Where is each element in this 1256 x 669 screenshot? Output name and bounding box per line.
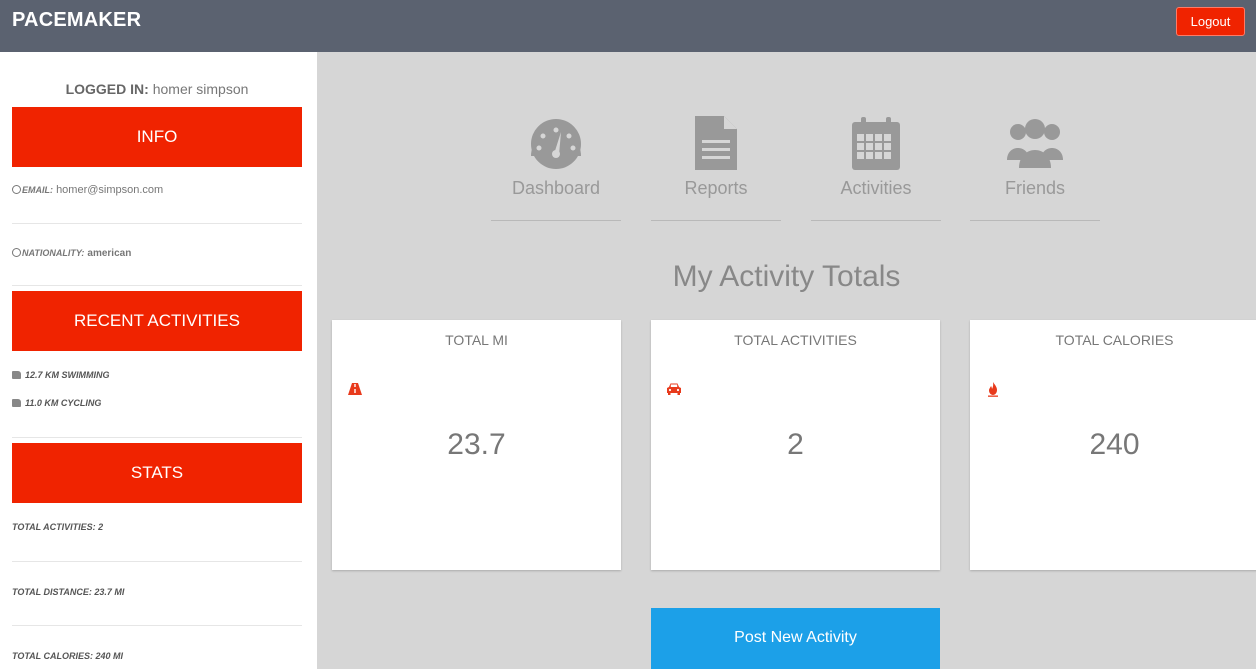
logged-in-user: homer simpson xyxy=(152,81,249,97)
card-title: TOTAL ACTIVITIES xyxy=(734,332,857,348)
email-row: EMAIL: homer@simpson.com xyxy=(12,184,163,196)
card-title: TOTAL CALORIES xyxy=(1055,332,1174,348)
logout-button[interactable]: Logout xyxy=(1176,7,1245,36)
document-icon xyxy=(695,116,737,170)
nav-label: Reports xyxy=(684,178,748,198)
gauge-icon xyxy=(531,119,581,169)
email-key: EMAIL: xyxy=(22,185,53,195)
car-icon xyxy=(667,383,681,395)
nav-underline xyxy=(970,220,1100,221)
email-value: homer@simpson.com xyxy=(56,184,164,196)
road-icon xyxy=(348,383,362,395)
logged-in-status: LOGGED IN: homer simpson xyxy=(0,81,314,97)
nav-label: Dashboard xyxy=(511,178,601,198)
recent-activities-button[interactable]: RECENT ACTIVITIES xyxy=(12,291,302,351)
card-value: 2 xyxy=(787,428,804,461)
card-title: TOTAL MI xyxy=(445,332,508,348)
nationality-key: NATIONALITY: xyxy=(22,248,85,258)
nationality-row: NATIONALITY: american xyxy=(12,247,131,259)
card-value: 240 xyxy=(1089,428,1140,461)
sidebar: LOGGED IN: homer simpson INFO EMAIL: hom… xyxy=(0,52,317,669)
stat-total-activities: TOTAL ACTIVITIES: 2 xyxy=(12,522,104,532)
info-circle-icon xyxy=(12,185,21,194)
stat-total-calories: TOTAL CALORIES: 240 MI xyxy=(12,651,124,661)
activity-item: 11.0 KM CYCLING xyxy=(12,398,101,408)
thumbs-up-icon xyxy=(12,399,21,407)
fire-icon xyxy=(988,382,998,397)
calendar-icon xyxy=(852,117,900,170)
divider xyxy=(12,223,302,224)
activity-item: 12.7 KM SWIMMING xyxy=(12,370,110,380)
nav-activities[interactable]: Activities xyxy=(811,52,941,274)
total-calories-card: TOTAL CALORIES 240 xyxy=(970,320,1256,570)
nav-underline xyxy=(651,220,781,221)
nationality-value: american xyxy=(87,248,132,259)
divider xyxy=(12,285,302,286)
activity-text: 12.7 KM SWIMMING xyxy=(25,370,110,380)
divider xyxy=(12,561,302,562)
divider xyxy=(12,437,302,438)
activity-text: 11.0 KM CYCLING xyxy=(25,398,102,408)
nav-label: Activities xyxy=(840,178,912,198)
total-activities-card: TOTAL ACTIVITIES 2 xyxy=(651,320,940,570)
stats-button[interactable]: STATS xyxy=(12,443,302,503)
post-new-activity-button[interactable]: Post New Activity xyxy=(651,608,940,669)
info-circle-icon xyxy=(12,248,21,257)
nav-underline xyxy=(811,220,941,221)
top-bar: PACEMAKER Logout xyxy=(0,0,1256,52)
nav-friends[interactable]: Friends xyxy=(970,52,1100,274)
logged-in-label: LOGGED IN: xyxy=(65,81,149,97)
nav-dashboard[interactable]: Dashboard xyxy=(491,52,621,274)
info-button[interactable]: INFO xyxy=(12,107,302,167)
nav-label: Friends xyxy=(1004,178,1066,198)
users-icon xyxy=(1007,119,1063,168)
total-mi-card: TOTAL MI 23.7 xyxy=(332,320,621,570)
thumbs-up-icon xyxy=(12,371,21,379)
card-value: 23.7 xyxy=(447,428,506,461)
brand-logo[interactable]: PACEMAKER xyxy=(12,9,141,32)
divider xyxy=(12,625,302,626)
page-title: My Activity Totals xyxy=(672,260,901,293)
nav-reports[interactable]: Reports xyxy=(651,52,781,274)
stat-total-distance: TOTAL DISTANCE: 23.7 MI xyxy=(12,587,125,597)
nav-underline xyxy=(491,220,621,221)
